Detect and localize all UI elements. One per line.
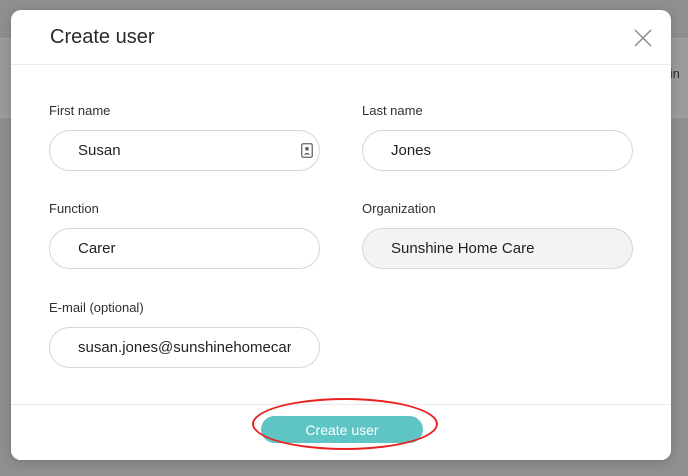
dialog-title: Create user — [50, 26, 155, 48]
email-input[interactable] — [49, 327, 320, 368]
create-user-button[interactable]: Create user — [261, 416, 423, 443]
last-name-input[interactable] — [362, 130, 633, 171]
create-user-dialog: Create user First name Last name Functio… — [11, 10, 671, 460]
first-name-label: First name — [49, 103, 111, 118]
dialog-footer: Create user — [11, 398, 671, 460]
organization-input[interactable] — [362, 228, 633, 269]
close-icon — [634, 29, 652, 47]
email-label: E-mail (optional) — [49, 300, 144, 315]
dialog-header: Create user — [11, 10, 671, 65]
first-name-input[interactable] — [49, 130, 320, 171]
function-label: Function — [49, 201, 99, 216]
function-input[interactable] — [49, 228, 320, 269]
contact-card-icon[interactable] — [301, 143, 313, 158]
last-name-label: Last name — [362, 103, 423, 118]
close-button[interactable] — [633, 28, 653, 48]
organization-label: Organization — [362, 201, 436, 216]
